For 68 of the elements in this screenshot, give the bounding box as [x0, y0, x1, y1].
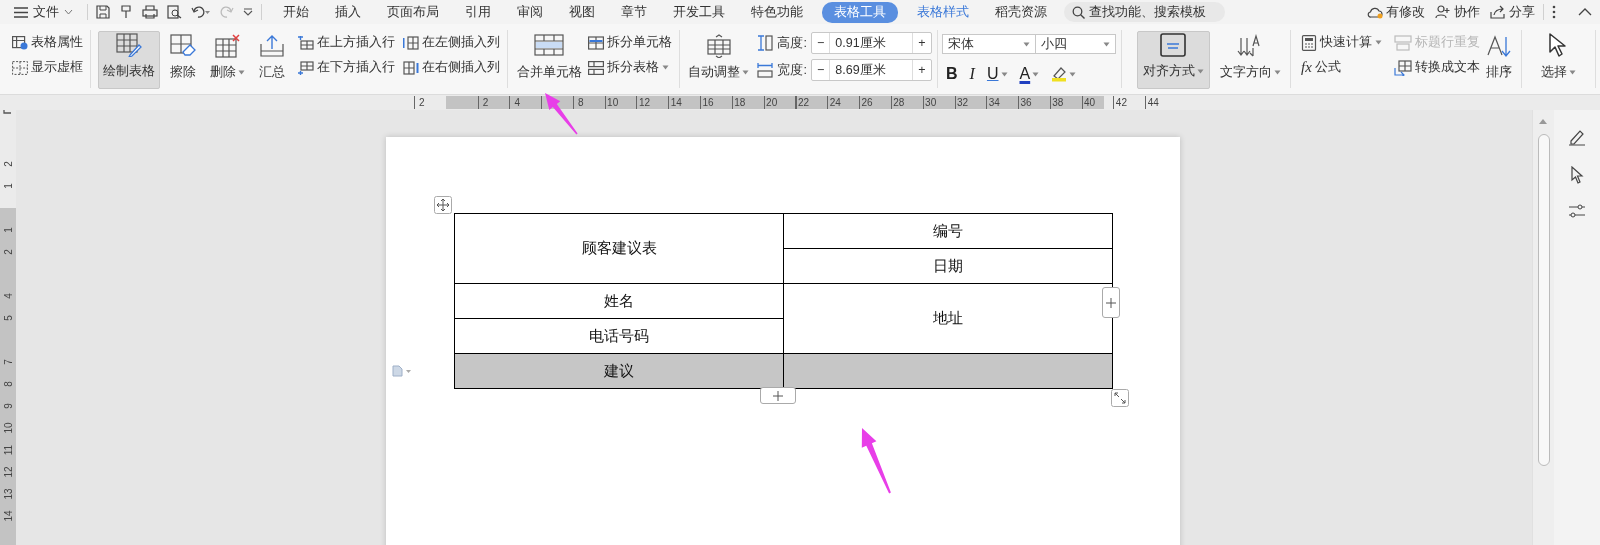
ruler-number: 11 [1, 444, 15, 456]
ribbon-button[interactable]: 汇总 [255, 31, 290, 89]
bold-button[interactable]: B [942, 63, 962, 85]
ruler-number: 1 [1, 182, 15, 191]
ruler-number: 2 [1, 160, 15, 169]
font-color-button[interactable]: A [1015, 63, 1044, 85]
ribbon-button[interactable]: 合并单元格 [512, 31, 586, 89]
plus-button[interactable]: + [913, 60, 931, 80]
italic-button[interactable]: I [965, 63, 979, 85]
ribbon-button[interactable]: 自动调整 [684, 31, 754, 89]
ruler-number: 9 [1, 402, 15, 411]
ribbon-tab[interactable]: 表格样式 [917, 1, 969, 23]
ribbon-tab[interactable]: 开发工具 [673, 1, 725, 23]
table-cell: 建议 [455, 353, 783, 388]
ribbon-tab[interactable]: 章节 [621, 1, 647, 23]
header-action[interactable]: 分享 [1490, 3, 1535, 21]
ribbon-button[interactable]: 擦除 [166, 31, 201, 89]
field-label: 宽度: [777, 61, 807, 79]
search-field[interactable]: 查找功能、搜索模板 [1064, 2, 1225, 22]
ruler-number: 5 [1, 314, 15, 323]
ribbon-button[interactable]: 显示虚框 [10, 59, 85, 76]
ribbon-button[interactable]: 对齐方式 [1136, 31, 1210, 89]
ribbon-button[interactable]: 在左侧插入列 [401, 34, 503, 51]
ribbon-button[interactable]: 拆分表格 [585, 59, 674, 76]
ribbon-tab[interactable]: 审阅 [517, 1, 543, 23]
file-menu[interactable]: 文件 [14, 3, 79, 21]
ribbon-tab[interactable]: 视图 [569, 1, 595, 23]
ruler-number: 10 [1, 422, 15, 434]
size-field[interactable]: − 0.91厘米 + [810, 32, 932, 54]
ribbon-button[interactable]: 在上方插入行 [296, 34, 398, 51]
ribbon-button[interactable]: 在右侧插入列 [401, 59, 503, 76]
underline-button[interactable]: U [982, 63, 1012, 85]
ribbon-button[interactable]: 选择 [1536, 31, 1580, 89]
minus-button[interactable]: − [811, 33, 830, 53]
minus-button[interactable]: − [811, 60, 830, 80]
ribbon-button[interactable]: 拆分单元格 [585, 34, 674, 51]
font-family-dropdown[interactable]: 宋体 [942, 34, 1037, 54]
header-action[interactable]: 协作 [1435, 3, 1480, 21]
ribbon-tab[interactable]: 开始 [283, 1, 309, 23]
field-value: 8.69厘米 [829, 60, 914, 80]
ruler-number: 12 [1, 466, 15, 478]
ribbon-button[interactable]: 绘制表格 [98, 31, 161, 89]
ribbon-button[interactable]: 在下方插入行 [296, 59, 398, 76]
ruler-number: 13 [1, 488, 15, 500]
ruler-number: 7 [1, 358, 15, 367]
ruler-number: 2 [1, 248, 15, 257]
header-action[interactable]: 有修改 [1367, 3, 1425, 21]
ruler-number: 1 [1, 226, 15, 235]
ribbon-button[interactable]: 文字方向 [1215, 31, 1285, 89]
ribbon-tab[interactable]: 插入 [335, 1, 361, 23]
ribbon-tab[interactable]: 稻壳资源 [995, 1, 1047, 23]
ribbon-button[interactable]: 快速计算 [1299, 34, 1384, 51]
ruler-number: 4 [1, 292, 15, 301]
plus-button[interactable]: + [913, 33, 931, 53]
field-label: 高度: [777, 34, 807, 52]
ribbon-tab[interactable]: 特色功能 [751, 1, 803, 23]
ruler-number: 14 [1, 510, 15, 522]
ribbon-button[interactable]: 转换成文本 [1392, 59, 1482, 76]
field-value: 0.91厘米 [829, 33, 914, 53]
ribbon-tab[interactable]: 页面布局 [387, 1, 439, 23]
size-field[interactable]: − 8.69厘米 + [810, 59, 932, 81]
ribbon-tab[interactable]: 引用 [465, 1, 491, 23]
ribbon-button[interactable]: 表格属性 [10, 34, 85, 51]
ruler-number: 8 [1, 380, 15, 389]
font-size-dropdown[interactable]: 小四 [1036, 34, 1117, 54]
ribbon-button[interactable]: fx 公式 [1299, 59, 1384, 76]
ribbon-button[interactable]: 删除 [206, 31, 250, 89]
ribbon-button[interactable]: 排序 [1482, 31, 1516, 89]
